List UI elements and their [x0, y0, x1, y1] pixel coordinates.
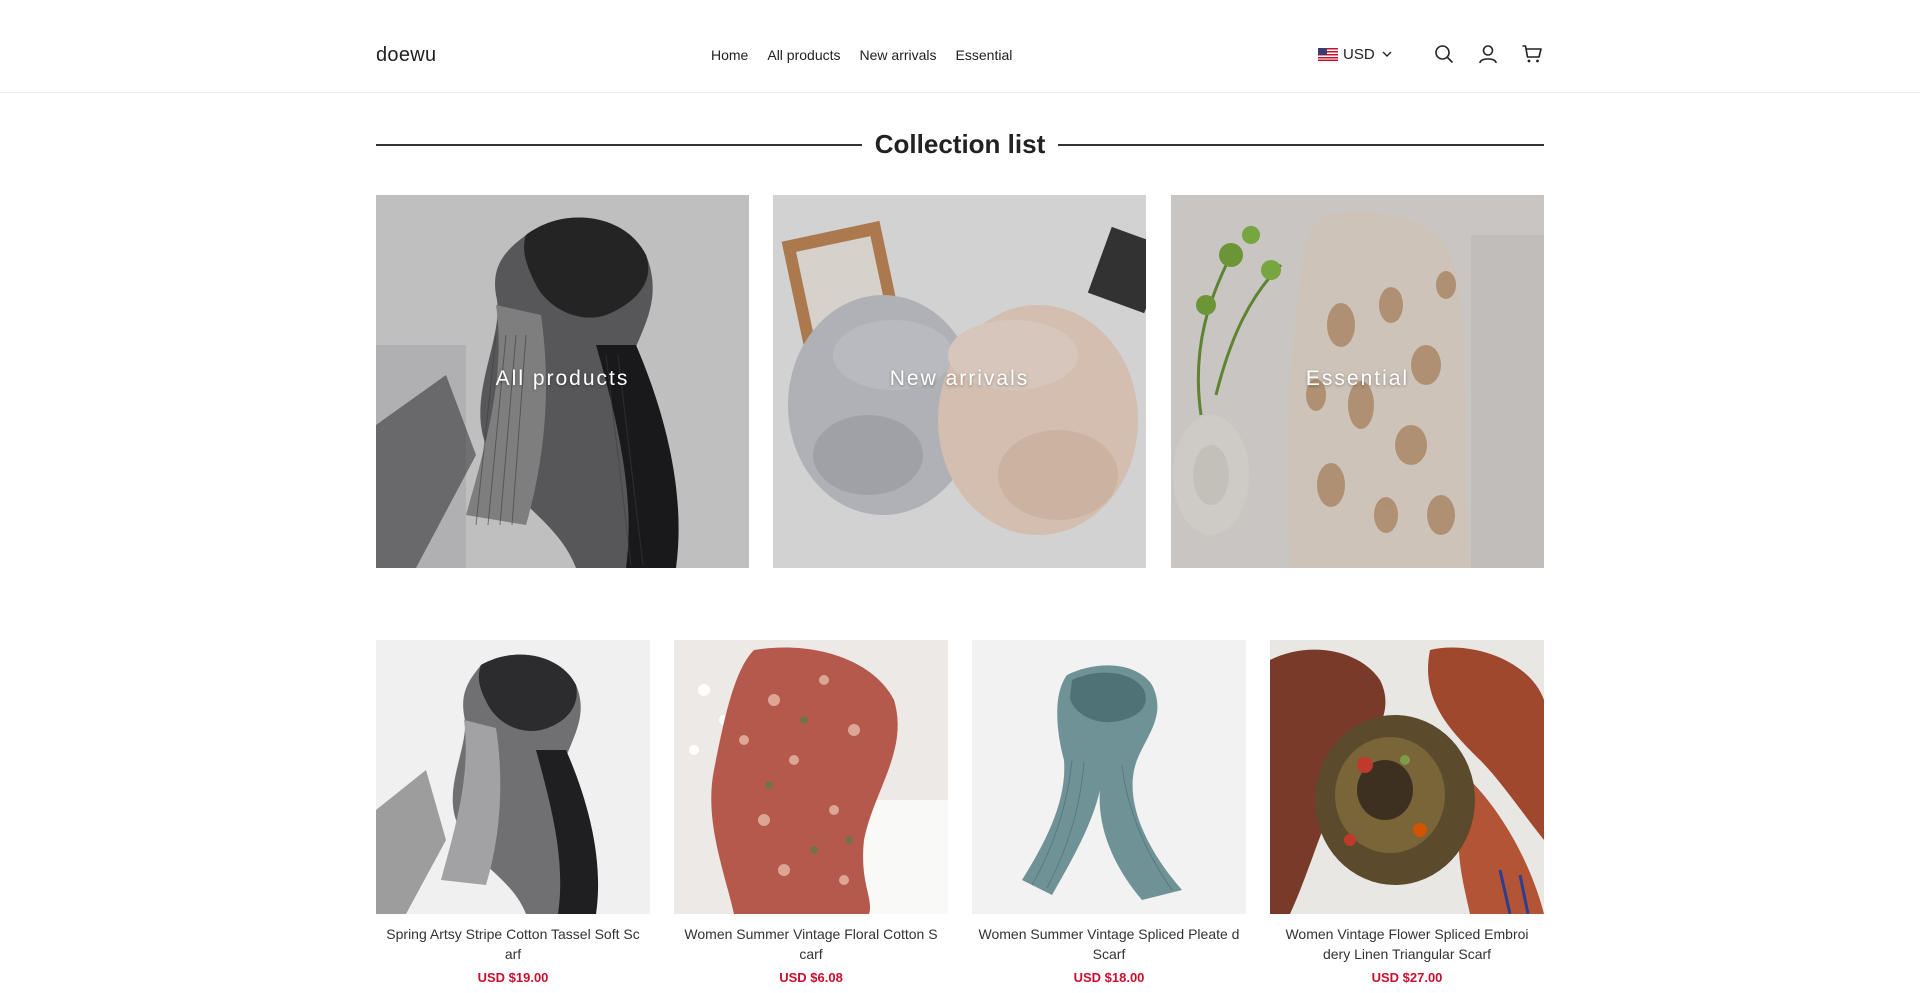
collection-tile-label: All products [495, 367, 630, 390]
collection-tile-label: Essential [1305, 367, 1410, 390]
product-photo-floral-scarf [674, 640, 948, 914]
product-card[interactable]: Women Vintage Flower Spliced Embroi dery… [1270, 640, 1544, 985]
product-title[interactable]: Women Vintage Flower Spliced Embroi dery… [1270, 924, 1544, 964]
site-logo[interactable]: doewu [376, 44, 436, 67]
search-icon[interactable] [1433, 43, 1455, 65]
collection-list-title: Collection list [874, 129, 1046, 159]
collection-list-heading: Collection list [376, 125, 1544, 165]
heading-divider-right [1058, 144, 1544, 146]
chevron-down-icon [1382, 51, 1392, 57]
us-flag-icon [1318, 47, 1338, 61]
main-nav: Home All products New arrivals Essential [711, 47, 1031, 63]
product-photo-teal-scarf [972, 640, 1246, 914]
collection-tile-essential[interactable]: Essential [1171, 195, 1544, 568]
currency-label: USD [1343, 45, 1375, 63]
product-image [972, 640, 1246, 914]
product-title[interactable]: Women Summer Vintage Floral Cotton S car… [674, 924, 948, 964]
product-card[interactable]: Women Summer Vintage Spliced Pleate d Sc… [972, 640, 1246, 985]
nav-item-essential[interactable]: Essential [956, 47, 1013, 63]
product-card[interactable]: Women Summer Vintage Floral Cotton S car… [674, 640, 948, 985]
product-card[interactable]: Spring Artsy Stripe Cotton Tassel Soft S… [376, 640, 650, 985]
account-icon[interactable] [1477, 43, 1499, 65]
header-actions: USD [1318, 43, 1543, 65]
product-price: USD $19.00 [477, 970, 549, 985]
nav-item-new-arrivals[interactable]: New arrivals [860, 47, 937, 63]
product-photo-embroidered-scarf [1270, 640, 1544, 914]
product-title[interactable]: Spring Artsy Stripe Cotton Tassel Soft S… [376, 924, 650, 964]
product-image [1270, 640, 1544, 914]
nav-item-home[interactable]: Home [711, 47, 748, 63]
product-price: USD $6.08 [779, 970, 843, 985]
product-photo-striped-scarf [376, 640, 650, 914]
product-image [376, 640, 650, 914]
site-header: doewu Home All products New arrivals Ess… [0, 0, 1920, 93]
currency-selector[interactable]: USD [1318, 46, 1393, 63]
collection-tile-all-products[interactable]: All products [376, 195, 749, 568]
collection-tile-new-arrivals[interactable]: New arrivals [773, 195, 1146, 568]
collection-tile-label: New arrivals [889, 367, 1030, 390]
heading-divider-left [376, 144, 862, 146]
nav-item-all-products[interactable]: All products [767, 47, 840, 63]
product-title[interactable]: Women Summer Vintage Spliced Pleate d Sc… [972, 924, 1246, 964]
product-image [674, 640, 948, 914]
product-price: USD $18.00 [1073, 970, 1145, 985]
cart-icon[interactable] [1521, 43, 1543, 65]
product-price: USD $27.00 [1371, 970, 1443, 985]
